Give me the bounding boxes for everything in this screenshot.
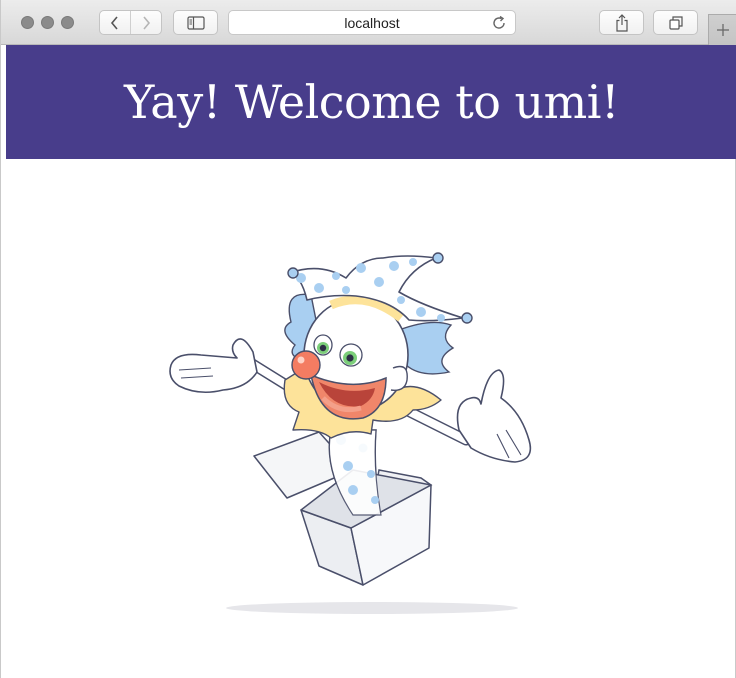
address-url: localhost — [344, 15, 400, 31]
plus-icon — [717, 24, 729, 36]
back-button[interactable] — [100, 11, 130, 34]
zoom-window-button[interactable] — [61, 16, 74, 29]
tabs-overview-icon — [668, 15, 683, 30]
forward-button[interactable] — [130, 11, 161, 34]
minimize-window-button[interactable] — [41, 16, 54, 29]
navigation-buttons — [99, 10, 162, 35]
chevron-left-icon — [110, 15, 118, 30]
browser-window: localhost Yay! Welcome to umi! — [0, 0, 736, 678]
sidebar-button[interactable] — [173, 10, 218, 35]
share-icon — [615, 13, 628, 32]
new-tab-button[interactable] — [708, 14, 736, 45]
browser-toolbar: localhost — [1, 0, 736, 45]
reload-icon[interactable] — [491, 15, 507, 31]
chevron-right-icon — [143, 15, 151, 30]
tabs-overview-button[interactable] — [653, 10, 698, 35]
close-window-button[interactable] — [21, 16, 34, 29]
address-bar[interactable]: localhost — [228, 10, 516, 35]
page-title: Yay! Welcome to umi! — [124, 75, 619, 129]
welcome-banner: Yay! Welcome to umi! — [6, 45, 736, 159]
share-button[interactable] — [599, 10, 644, 35]
jack-in-the-box-illustration — [169, 252, 532, 614]
sidebar-icon — [186, 15, 205, 30]
